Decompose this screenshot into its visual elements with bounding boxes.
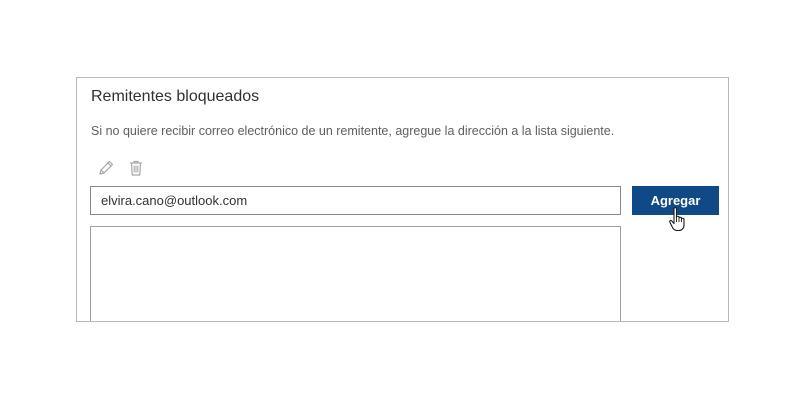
section-description: Si no quiere recibir correo electrónico … bbox=[91, 124, 615, 138]
hand-cursor-icon bbox=[669, 207, 685, 232]
trash-icon[interactable] bbox=[127, 159, 145, 177]
blocked-senders-panel: Remitentes bloqueados Si no quiere recib… bbox=[76, 77, 729, 322]
pencil-icon[interactable] bbox=[97, 159, 115, 177]
section-title: Remitentes bloqueados bbox=[91, 88, 260, 105]
email-input[interactable] bbox=[90, 186, 621, 215]
blocked-senders-list[interactable] bbox=[90, 226, 621, 321]
list-toolbar bbox=[97, 158, 145, 178]
